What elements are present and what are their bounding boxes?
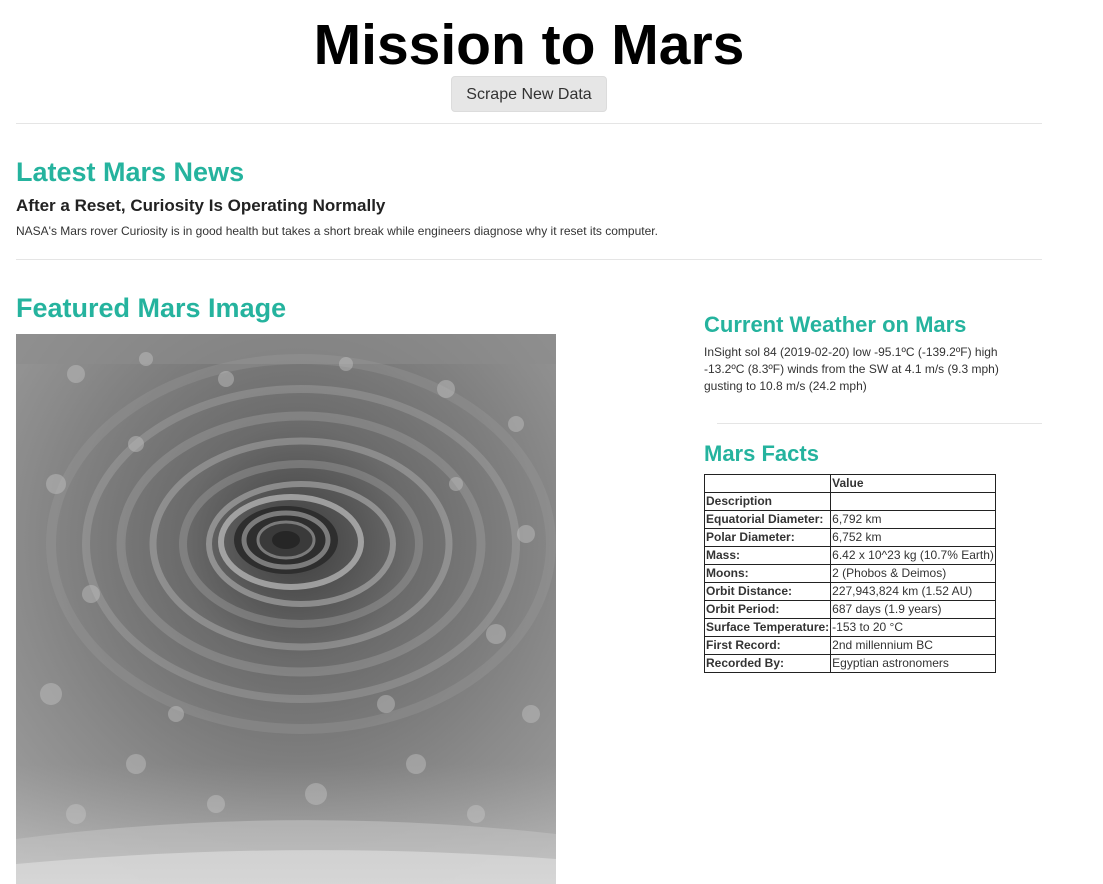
fact-value: 2nd millennium BC: [830, 636, 996, 655]
featured-mars-image[interactable]: [16, 334, 556, 884]
table-row: Surface Temperature: -153 to 20 °C: [703, 618, 996, 637]
divider: [16, 259, 1042, 260]
fact-label: Mass:: [703, 546, 832, 565]
table-header-row: Value: [703, 474, 996, 493]
fact-label: Equatorial Diameter:: [703, 510, 832, 529]
table-row: Orbit Period: 687 days (1.9 years): [703, 600, 996, 619]
fact-value: Egyptian astronomers: [830, 654, 996, 673]
fact-value: 6.42 x 10^23 kg (10.7% Earth): [830, 546, 996, 565]
fact-value: 2 (Phobos & Deimos): [830, 564, 996, 583]
table-header-cell: [830, 492, 996, 511]
fact-label: Polar Diameter:: [703, 528, 832, 547]
divider: [717, 423, 1042, 424]
news-teaser: NASA's Mars rover Curiosity is in good h…: [16, 224, 658, 238]
weather-heading: Current Weather on Mars: [704, 312, 967, 337]
fact-value: -153 to 20 °C: [830, 618, 996, 637]
scrape-new-data-button[interactable]: Scrape New Data: [451, 76, 607, 112]
table-index-cell: Description: [703, 492, 832, 511]
table-row: Equatorial Diameter: 6,792 km: [703, 510, 996, 529]
page: Mission to Mars Scrape New Data Latest M…: [0, 0, 1103, 884]
table-row: Orbit Distance: 227,943,824 km (1.52 AU): [703, 582, 996, 601]
divider: [16, 123, 1042, 124]
weather-text: InSight sol 84 (2019-02-20) low -95.1ºC …: [704, 345, 999, 393]
page-title: Mission to Mars: [313, 13, 745, 77]
table-header-cell: Value: [830, 474, 996, 493]
fact-value: 6,752 km: [830, 528, 996, 547]
fact-value: 687 days (1.9 years): [830, 600, 996, 619]
fact-label: Orbit Distance:: [703, 582, 832, 601]
mars-facts-table: Value Description Equatorial Diameter: 6…: [703, 474, 996, 673]
news-heading: Latest Mars News: [16, 157, 245, 187]
fact-label: Orbit Period:: [703, 600, 832, 619]
fact-label: Recorded By:: [703, 654, 832, 673]
fact-value: 227,943,824 km (1.52 AU): [830, 582, 996, 601]
table-index-row: Description: [703, 492, 996, 511]
table-row: First Record: 2nd millennium BC: [703, 636, 996, 655]
table-row: Recorded By: Egyptian astronomers: [703, 654, 996, 673]
featured-image-graphic: [16, 334, 556, 884]
table-row: Mass: 6.42 x 10^23 kg (10.7% Earth): [703, 546, 996, 565]
table-row: Polar Diameter: 6,752 km: [703, 528, 996, 547]
page-header: Mission to Mars Scrape New Data: [16, 0, 1042, 112]
fact-value: 6,792 km: [830, 510, 996, 529]
fact-label: Surface Temperature:: [703, 618, 832, 637]
mars-facts-heading: Mars Facts: [704, 441, 819, 466]
table-row: Moons: 2 (Phobos & Deimos): [703, 564, 996, 583]
fact-label: First Record:: [703, 636, 832, 655]
fact-label: Moons:: [703, 564, 832, 583]
featured-image-heading: Featured Mars Image: [16, 293, 287, 323]
news-title[interactable]: After a Reset, Curiosity Is Operating No…: [16, 196, 385, 216]
table-header-cell: [703, 474, 832, 493]
